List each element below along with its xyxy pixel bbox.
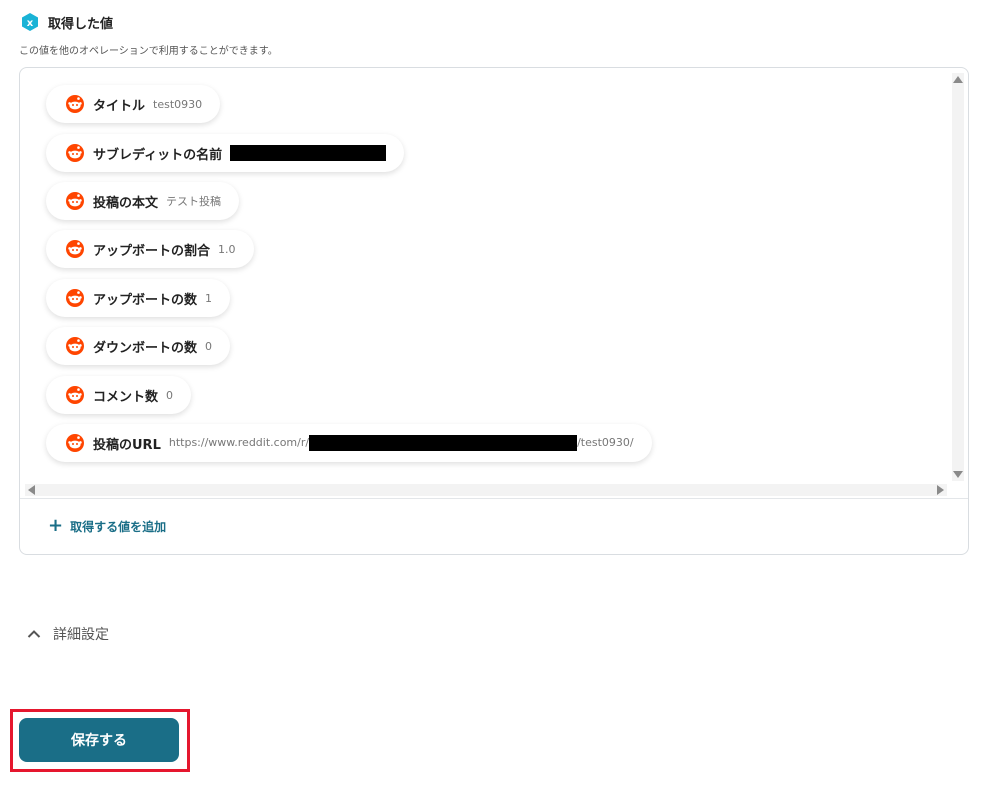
horizontal-scrollbar[interactable] [25,484,947,496]
value-label: ダウンボートの数 [93,340,198,356]
value-label: 投稿の本文 [93,195,159,211]
value-label: アップボートの数 [93,292,198,308]
value-pill-upvote-count[interactable]: アップボートの数 1 [46,279,231,317]
reddit-icon [66,337,84,355]
section-subtitle: この値を他のオペレーションで利用することができます。 [19,46,278,57]
reddit-icon [66,434,84,452]
url-redacted [309,435,578,451]
value-pill-subreddit-name[interactable]: サブレディットの名前 [46,134,405,172]
value-label: 投稿のURL [93,437,161,453]
reddit-icon [66,289,84,307]
value-pill-downvote-count[interactable]: ダウンボートの数 0 [46,327,231,365]
section-header: x 取得した値 [20,11,113,33]
value-sample: test0930 [153,97,203,111]
value-pill-comment-count[interactable]: コメント数 0 [46,376,192,414]
value-sample: 1 [205,291,213,305]
chevron-up-icon [27,629,41,639]
scroll-down-arrow-icon[interactable] [953,471,963,478]
value-sample: 1.0 [218,242,236,256]
url-prefix: https://www.reddit.com/r/ [168,436,310,449]
values-list: タイトル test0930 サブレディットの名前 投稿の本文 テスト投稿 アップ… [20,68,950,484]
value-label: コメント数 [93,389,159,405]
add-value-button[interactable]: + 取得する値を追加 [48,517,166,535]
reddit-icon [66,95,84,113]
save-button[interactable]: 保存する [19,718,179,762]
value-sample: 0 [166,388,174,402]
value-pill-title[interactable]: タイトル test0930 [46,85,221,123]
value-sample-url: https://www.reddit.com/r/ /test0930/ [169,435,634,451]
value-sample: テスト投稿 [166,195,222,208]
scroll-left-arrow-icon[interactable] [28,485,35,495]
reddit-icon [66,144,84,162]
add-value-label: 取得する値を追加 [70,519,167,534]
reddit-icon [66,192,84,210]
value-pill-upvote-ratio[interactable]: アップボートの割合 1.0 [46,230,254,268]
detail-settings-toggle[interactable]: 詳細設定 [27,624,109,644]
value-label: サブレディットの名前 [93,147,223,163]
reddit-icon [66,240,84,258]
value-sample-redacted [230,145,387,161]
scroll-right-arrow-icon[interactable] [937,485,944,495]
svg-text:x: x [27,18,34,29]
variable-x-icon: x [20,12,40,32]
scroll-up-arrow-icon[interactable] [953,76,963,83]
detail-settings-label: 詳細設定 [53,627,109,643]
value-label: タイトル [93,98,146,114]
value-pill-post-url[interactable]: 投稿のURL https://www.reddit.com/r/ /test093… [46,424,652,462]
value-label: アップボートの割合 [93,243,211,259]
value-pill-post-body[interactable]: 投稿の本文 テスト投稿 [46,182,240,220]
retrieved-values-panel: タイトル test0930 サブレディットの名前 投稿の本文 テスト投稿 アップ… [19,67,969,555]
panel-divider [20,498,968,499]
reddit-icon [66,386,84,404]
section-title: 取得した値 [48,16,114,32]
plus-icon: + [48,515,64,536]
vertical-scrollbar[interactable] [952,73,964,481]
url-suffix: /test0930/ [577,436,634,449]
value-sample: 0 [205,339,213,353]
